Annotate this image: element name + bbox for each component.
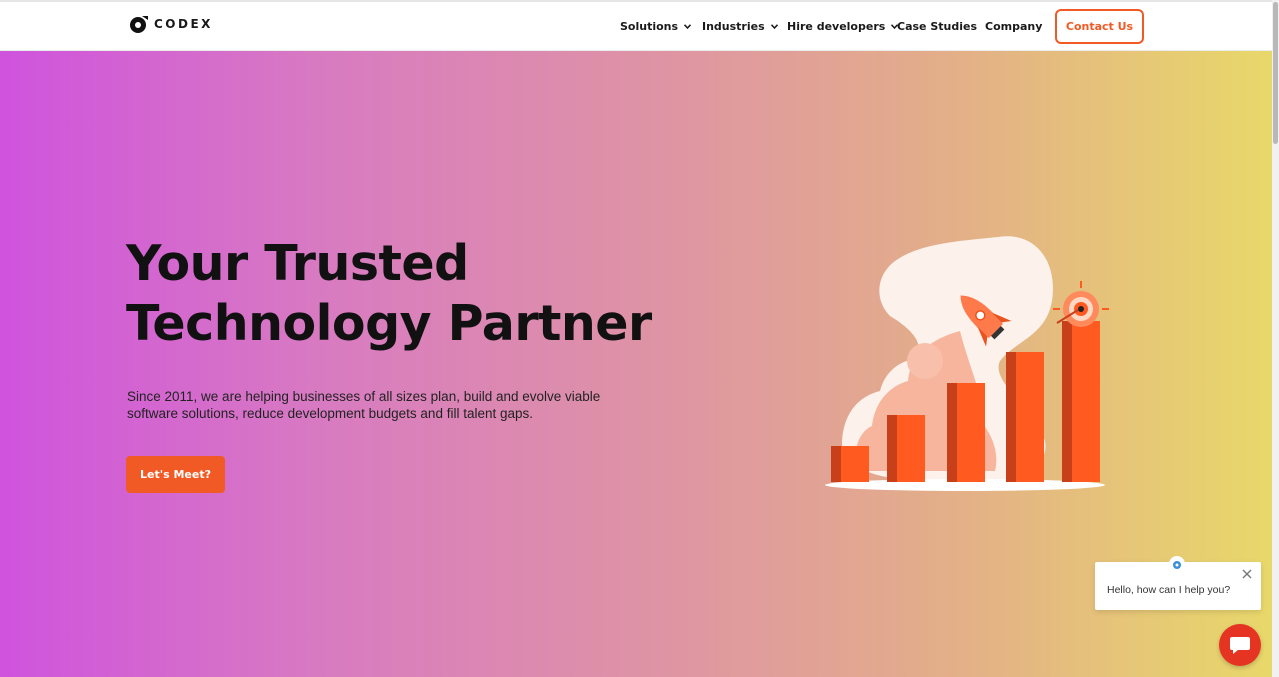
nav-label: Industries <box>702 20 765 33</box>
headline-line-1: Your Trusted <box>126 235 469 292</box>
lets-meet-button[interactable]: Let's Meet? <box>126 456 225 493</box>
chat-icon <box>1230 637 1250 654</box>
nav-label: Case Studies <box>897 20 977 33</box>
nav-item-company[interactable]: Company <box>985 2 1042 51</box>
scrollbar-thumb[interactable] <box>1273 2 1278 144</box>
logo[interactable]: CODEX <box>129 14 213 34</box>
logo-icon <box>130 16 148 33</box>
navbar: CODEX Solutions Industries Hire develope… <box>0 2 1272 51</box>
nav-item-solutions[interactable]: Solutions <box>620 2 692 51</box>
rocket-growth-illustration <box>825 236 1109 491</box>
hero-subtext: Since 2011, we are helping businesses of… <box>127 389 601 421</box>
chat-message: Hello, how can I help you? <box>1107 584 1231 596</box>
scrollbar[interactable] <box>1272 0 1279 677</box>
nav-label: Solutions <box>620 20 679 33</box>
chevron-down-icon <box>684 24 692 29</box>
nav-label: Company <box>985 20 1043 33</box>
hero-headline: Your Trusted Technology Partner <box>126 234 652 354</box>
hero-section: Your Trusted Technology Partner Since 20… <box>0 51 1272 677</box>
chat-avatar-icon <box>1169 556 1185 572</box>
chat-popup: Hello, how can I help you? <box>1095 556 1261 610</box>
chat-launcher-button[interactable] <box>1219 624 1261 666</box>
nav-label: Hire developers <box>787 20 886 33</box>
chevron-down-icon <box>770 24 778 29</box>
logo-text: CODEX <box>154 17 213 31</box>
close-icon[interactable] <box>1241 568 1253 580</box>
headline-line-2: Technology Partner <box>126 295 652 352</box>
nav-item-industries[interactable]: Industries <box>702 2 778 51</box>
nav-item-hire-developers[interactable]: Hire developers <box>787 2 899 51</box>
nav-item-case-studies[interactable]: Case Studies <box>897 2 977 51</box>
contact-us-button[interactable]: Contact Us <box>1055 9 1144 44</box>
